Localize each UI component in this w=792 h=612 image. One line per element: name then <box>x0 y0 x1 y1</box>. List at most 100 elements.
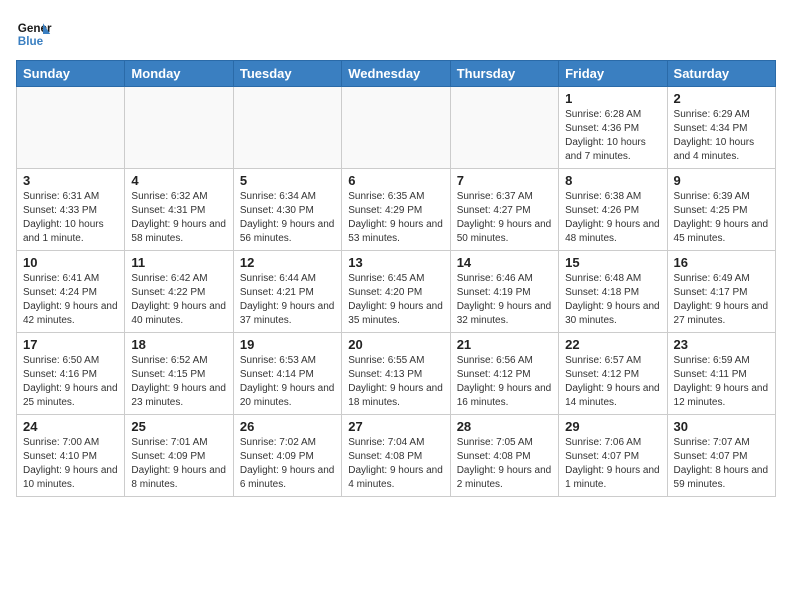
day-number: 12 <box>240 255 335 270</box>
calendar-cell: 3 Sunrise: 6:31 AM Sunset: 4:33 PM Daylig… <box>17 169 125 251</box>
calendar-cell: 29 Sunrise: 7:06 AM Sunset: 4:07 PM Dayli… <box>559 415 667 497</box>
day-info: Sunrise: 6:29 AM Sunset: 4:34 PM Dayligh… <box>674 108 769 164</box>
day-number: 26 <box>240 419 335 434</box>
col-header-thursday: Thursday <box>450 61 558 87</box>
day-number: 11 <box>131 255 226 270</box>
calendar-cell: 2 Sunrise: 6:29 AM Sunset: 4:34 PM Daylig… <box>667 87 775 169</box>
day-number: 14 <box>457 255 552 270</box>
day-info: Sunrise: 7:01 AM Sunset: 4:09 PM Dayligh… <box>131 436 226 492</box>
day-number: 5 <box>240 173 335 188</box>
calendar-cell: 10Sunrise: 6:41 AM Sunset: 4:24 PM Dayli… <box>17 251 125 333</box>
day-info: Sunrise: 6:59 AM Sunset: 4:11 PM Dayligh… <box>674 354 769 410</box>
day-info: Sunrise: 6:41 AM Sunset: 4:24 PM Dayligh… <box>23 272 118 328</box>
col-header-wednesday: Wednesday <box>342 61 450 87</box>
day-info: Sunrise: 6:31 AM Sunset: 4:33 PM Dayligh… <box>23 190 118 246</box>
calendar-cell: 6Sunrise: 6:35 AM Sunset: 4:29 PM Daylig… <box>342 169 450 251</box>
calendar-cell <box>233 87 341 169</box>
day-number: 22 <box>565 337 660 352</box>
calendar-cell: 23 Sunrise: 6:59 AM Sunset: 4:11 PM Dayli… <box>667 333 775 415</box>
calendar-cell: 7Sunrise: 6:37 AM Sunset: 4:27 PM Daylig… <box>450 169 558 251</box>
day-info: Sunrise: 6:48 AM Sunset: 4:18 PM Dayligh… <box>565 272 660 328</box>
logo-icon: General Blue <box>16 16 52 52</box>
calendar-cell: 12 Sunrise: 6:44 AM Sunset: 4:21 PM Dayli… <box>233 251 341 333</box>
calendar-cell: 14 Sunrise: 6:46 AM Sunset: 4:19 PM Dayli… <box>450 251 558 333</box>
day-info: Sunrise: 6:32 AM Sunset: 4:31 PM Dayligh… <box>131 190 226 246</box>
calendar-cell: 30Sunrise: 7:07 AM Sunset: 4:07 PM Dayli… <box>667 415 775 497</box>
col-header-monday: Monday <box>125 61 233 87</box>
calendar-header-row: SundayMondayTuesdayWednesdayThursdayFrid… <box>17 61 776 87</box>
day-info: Sunrise: 6:28 AM Sunset: 4:36 PM Dayligh… <box>565 108 660 164</box>
day-number: 3 <box>23 173 118 188</box>
calendar-cell: 28 Sunrise: 7:05 AM Sunset: 4:08 PM Dayli… <box>450 415 558 497</box>
day-number: 27 <box>348 419 443 434</box>
day-info: Sunrise: 6:44 AM Sunset: 4:21 PM Dayligh… <box>240 272 335 328</box>
day-info: Sunrise: 6:42 AM Sunset: 4:22 PM Dayligh… <box>131 272 226 328</box>
day-number: 15 <box>565 255 660 270</box>
calendar-cell: 25 Sunrise: 7:01 AM Sunset: 4:09 PM Dayli… <box>125 415 233 497</box>
day-number: 17 <box>23 337 118 352</box>
page-header: General Blue <box>16 16 776 52</box>
logo: General Blue <box>16 16 56 52</box>
day-info: Sunrise: 7:06 AM Sunset: 4:07 PM Dayligh… <box>565 436 660 492</box>
calendar-cell: 27 Sunrise: 7:04 AM Sunset: 4:08 PM Dayli… <box>342 415 450 497</box>
day-number: 1 <box>565 91 660 106</box>
day-info: Sunrise: 6:49 AM Sunset: 4:17 PM Dayligh… <box>674 272 769 328</box>
day-info: Sunrise: 7:04 AM Sunset: 4:08 PM Dayligh… <box>348 436 443 492</box>
calendar-cell: 5 Sunrise: 6:34 AM Sunset: 4:30 PM Daylig… <box>233 169 341 251</box>
calendar-cell: 21 Sunrise: 6:56 AM Sunset: 4:12 PM Dayli… <box>450 333 558 415</box>
calendar-cell: 17 Sunrise: 6:50 AM Sunset: 4:16 PM Dayli… <box>17 333 125 415</box>
day-info: Sunrise: 6:56 AM Sunset: 4:12 PM Dayligh… <box>457 354 552 410</box>
day-number: 6 <box>348 173 443 188</box>
col-header-tuesday: Tuesday <box>233 61 341 87</box>
day-number: 25 <box>131 419 226 434</box>
day-info: Sunrise: 6:52 AM Sunset: 4:15 PM Dayligh… <box>131 354 226 410</box>
calendar-cell <box>17 87 125 169</box>
col-header-saturday: Saturday <box>667 61 775 87</box>
day-info: Sunrise: 6:46 AM Sunset: 4:19 PM Dayligh… <box>457 272 552 328</box>
calendar-cell: 24Sunrise: 7:00 AM Sunset: 4:10 PM Dayli… <box>17 415 125 497</box>
calendar-cell: 1 Sunrise: 6:28 AM Sunset: 4:36 PM Daylig… <box>559 87 667 169</box>
calendar-cell: 19 Sunrise: 6:53 AM Sunset: 4:14 PM Dayli… <box>233 333 341 415</box>
week-row-5: 24Sunrise: 7:00 AM Sunset: 4:10 PM Dayli… <box>17 415 776 497</box>
calendar-cell: 8 Sunrise: 6:38 AM Sunset: 4:26 PM Daylig… <box>559 169 667 251</box>
day-info: Sunrise: 6:53 AM Sunset: 4:14 PM Dayligh… <box>240 354 335 410</box>
calendar-cell: 18 Sunrise: 6:52 AM Sunset: 4:15 PM Dayli… <box>125 333 233 415</box>
calendar-table: SundayMondayTuesdayWednesdayThursdayFrid… <box>16 60 776 497</box>
calendar-cell <box>342 87 450 169</box>
day-info: Sunrise: 7:05 AM Sunset: 4:08 PM Dayligh… <box>457 436 552 492</box>
calendar-cell: 15 Sunrise: 6:48 AM Sunset: 4:18 PM Dayli… <box>559 251 667 333</box>
calendar-cell: 16 Sunrise: 6:49 AM Sunset: 4:17 PM Dayli… <box>667 251 775 333</box>
calendar-cell: 22Sunrise: 6:57 AM Sunset: 4:12 PM Dayli… <box>559 333 667 415</box>
week-row-4: 17 Sunrise: 6:50 AM Sunset: 4:16 PM Dayli… <box>17 333 776 415</box>
calendar-cell <box>125 87 233 169</box>
day-number: 23 <box>674 337 769 352</box>
day-number: 9 <box>674 173 769 188</box>
day-number: 30 <box>674 419 769 434</box>
day-number: 13 <box>348 255 443 270</box>
day-number: 28 <box>457 419 552 434</box>
week-row-2: 3 Sunrise: 6:31 AM Sunset: 4:33 PM Daylig… <box>17 169 776 251</box>
day-info: Sunrise: 7:02 AM Sunset: 4:09 PM Dayligh… <box>240 436 335 492</box>
calendar-cell: 26 Sunrise: 7:02 AM Sunset: 4:09 PM Dayli… <box>233 415 341 497</box>
calendar-cell: 13 Sunrise: 6:45 AM Sunset: 4:20 PM Dayli… <box>342 251 450 333</box>
day-number: 21 <box>457 337 552 352</box>
day-info: Sunrise: 6:45 AM Sunset: 4:20 PM Dayligh… <box>348 272 443 328</box>
day-number: 19 <box>240 337 335 352</box>
day-number: 2 <box>674 91 769 106</box>
calendar-cell: 11 Sunrise: 6:42 AM Sunset: 4:22 PM Dayli… <box>125 251 233 333</box>
day-info: Sunrise: 6:50 AM Sunset: 4:16 PM Dayligh… <box>23 354 118 410</box>
day-info: Sunrise: 6:38 AM Sunset: 4:26 PM Dayligh… <box>565 190 660 246</box>
day-number: 8 <box>565 173 660 188</box>
day-info: Sunrise: 7:00 AM Sunset: 4:10 PM Dayligh… <box>23 436 118 492</box>
day-number: 16 <box>674 255 769 270</box>
col-header-friday: Friday <box>559 61 667 87</box>
calendar-cell: 4 Sunrise: 6:32 AM Sunset: 4:31 PM Daylig… <box>125 169 233 251</box>
day-info: Sunrise: 6:55 AM Sunset: 4:13 PM Dayligh… <box>348 354 443 410</box>
day-number: 18 <box>131 337 226 352</box>
calendar-cell: 9Sunrise: 6:39 AM Sunset: 4:25 PM Daylig… <box>667 169 775 251</box>
day-number: 4 <box>131 173 226 188</box>
day-info: Sunrise: 6:34 AM Sunset: 4:30 PM Dayligh… <box>240 190 335 246</box>
day-number: 29 <box>565 419 660 434</box>
calendar-cell <box>450 87 558 169</box>
day-number: 7 <box>457 173 552 188</box>
